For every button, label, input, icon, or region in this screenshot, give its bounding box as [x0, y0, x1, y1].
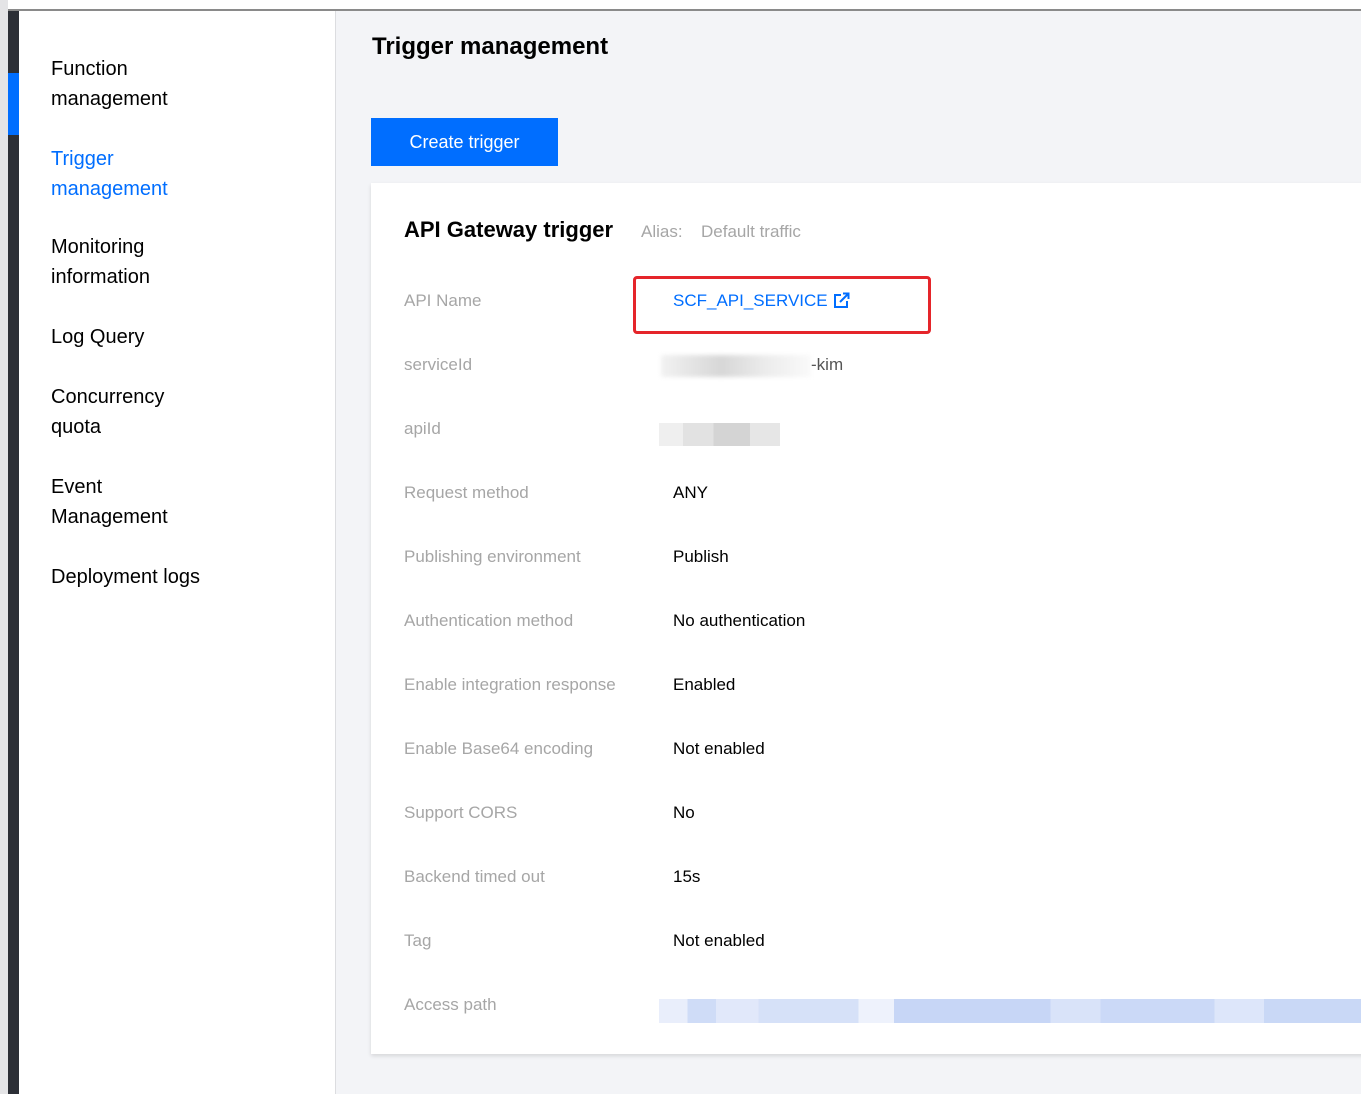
row-label-request-method: Request method — [404, 483, 529, 502]
authentication-method-value: No authentication — [673, 611, 806, 630]
redacted-value — [661, 355, 811, 377]
sidebar-item-label: Management — [51, 506, 168, 528]
trigger-card: API Gateway trigger Alias: Default traff… — [371, 183, 1361, 1054]
redacted-value — [659, 423, 780, 446]
card-title: API Gateway trigger — [404, 217, 614, 242]
sidebar-item-label: management — [51, 178, 168, 200]
row-label-tag: Tag — [404, 931, 432, 950]
sidebar-item-log-query[interactable]: Log Query — [51, 322, 311, 352]
active-rail-indicator — [8, 73, 19, 135]
sidebar-item-label: information — [51, 266, 150, 288]
left-rail — [8, 11, 19, 1094]
highlight-annotation — [633, 276, 931, 334]
sidebar-item-trigger-management[interactable]: Trigger management — [51, 144, 311, 204]
base64-encoding-value: Not enabled — [673, 739, 765, 758]
sidebar-item-label: quota — [51, 416, 102, 438]
sidebar-item-label: management — [51, 88, 168, 110]
sidebar-item-event-management[interactable]: Event Management — [51, 472, 311, 532]
main-content: Trigger management Create trigger API Ga… — [337, 11, 1361, 1094]
row-label-support-cors: Support CORS — [404, 803, 518, 822]
sidebar-item-concurrency-quota[interactable]: Concurrency quota — [51, 382, 311, 442]
serviceid-value: -kim — [811, 355, 844, 374]
row-label-publishing-environment: Publishing environment — [404, 547, 581, 566]
create-trigger-button[interactable]: Create trigger — [371, 118, 558, 166]
sidebar-item-label: Concurrency — [51, 386, 165, 408]
row-label-authentication-method: Authentication method — [404, 611, 574, 630]
sidebar-item-label: Monitoring — [51, 236, 145, 258]
alias-label: Alias: — [641, 222, 683, 241]
support-cors-value: No — [673, 803, 695, 822]
page-title: Trigger management — [372, 33, 609, 60]
row-label-api-name: API Name — [404, 291, 482, 310]
sidebar-item-label: Log Query — [51, 326, 145, 348]
sidebar-item-deployment-logs[interactable]: Deployment logs — [51, 562, 311, 592]
sidebar-item-label: Deployment logs — [51, 566, 200, 588]
backend-timeout-value: 15s — [673, 867, 701, 886]
sidebar-item-function-management[interactable]: Function management — [51, 54, 311, 114]
alias-value: Default traffic — [701, 222, 801, 241]
row-label-base64-encoding: Enable Base64 encoding — [404, 739, 594, 758]
tag-value: Not enabled — [673, 931, 765, 950]
integration-response-value: Enabled — [673, 675, 736, 694]
access-path-redacted-link[interactable] — [659, 999, 1361, 1023]
sidebar-item-label: Trigger — [51, 148, 114, 170]
row-label-apiid: apiId — [404, 419, 441, 438]
window-top-edge — [0, 0, 1361, 11]
row-label-integration-response: Enable integration response — [404, 675, 616, 694]
sidebar-item-label: Event — [51, 476, 103, 498]
sidebar-item-label: Function — [51, 58, 128, 80]
row-label-backend-timeout: Backend timed out — [404, 867, 545, 886]
window-left-edge — [0, 0, 8, 1094]
sidebar: Function management Trigger management M… — [19, 11, 336, 1094]
sidebar-item-monitoring-information[interactable]: Monitoring information — [51, 232, 311, 292]
row-label-serviceid: serviceId — [404, 355, 473, 374]
publishing-environment-value: Publish — [673, 547, 729, 566]
row-label-access-path: Access path — [404, 995, 497, 1014]
request-method-value: ANY — [673, 483, 708, 502]
